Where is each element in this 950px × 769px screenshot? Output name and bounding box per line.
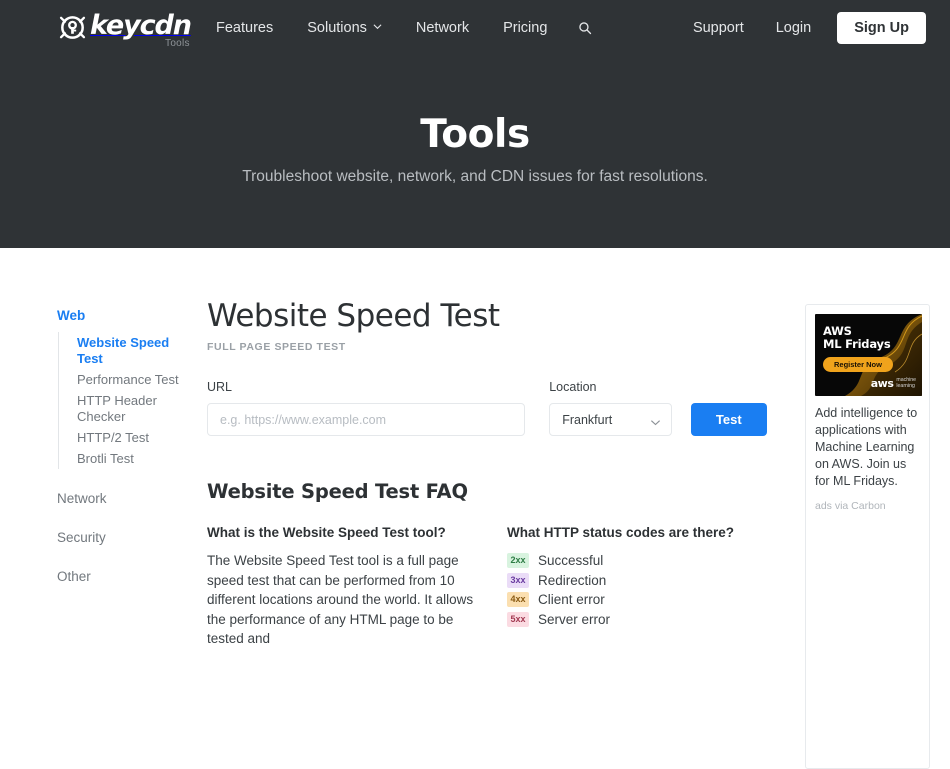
nav-link-support[interactable]: Support — [677, 0, 760, 56]
nav-link-login[interactable]: Login — [760, 0, 827, 56]
sidebar-group-web[interactable]: Web — [57, 307, 197, 325]
speed-test-form: URL Location Frankfurt Test — [207, 379, 767, 436]
faq-column-left: What is the Website Speed Test tool? The… — [207, 524, 490, 649]
location-select-value: Frankfurt — [562, 412, 613, 427]
sign-up-button[interactable]: Sign Up — [837, 11, 926, 45]
location-select[interactable]: Frankfurt — [549, 403, 672, 436]
faq-question-status-codes: What HTTP status codes are there? — [507, 525, 735, 540]
nav-link-network[interactable]: Network — [399, 0, 486, 56]
status-row: 4xx Client error — [507, 590, 767, 609]
top-navigation-bar: keycdn Tools Features Solutions Network … — [0, 0, 950, 56]
nav-link-login-label: Login — [775, 20, 812, 36]
location-label: Location — [549, 380, 597, 394]
tools-sidebar: Web Website Speed Test Performance Test … — [57, 307, 197, 586]
faq-title: Website Speed Test FAQ — [207, 480, 468, 503]
banner-title-line2: ML Fridays — [823, 337, 891, 351]
search-icon[interactable] — [564, 21, 606, 35]
page-body: Web Website Speed Test Performance Test … — [0, 248, 950, 769]
url-label: URL — [207, 380, 233, 394]
keycdn-logo-subtitle: Tools — [165, 38, 190, 49]
nav-link-support-label: Support — [692, 20, 744, 36]
hero-subtitle: Troubleshoot website, network, and CDN i… — [242, 168, 708, 185]
nav-link-solutions-label: Solutions — [307, 20, 367, 36]
nav-link-solutions[interactable]: Solutions — [290, 0, 399, 56]
status-label: Client error — [538, 592, 605, 607]
status-badge: 3xx — [507, 572, 529, 588]
nav-link-network-label: Network — [415, 20, 470, 36]
keycdn-key-globe-icon — [57, 12, 88, 43]
page-subtitle-kicker: FULL PAGE SPEED TEST — [207, 341, 346, 353]
aws-machine-learning-logo: aws machine learning — [871, 377, 916, 389]
status-row: 2xx Successful — [507, 551, 767, 570]
ad-attribution[interactable]: ads via Carbon — [815, 499, 920, 513]
sidebar-group-security[interactable]: Security — [57, 529, 197, 547]
chevron-down-icon — [650, 415, 661, 433]
register-now-button[interactable]: Register Now — [823, 357, 893, 372]
status-label: Server error — [538, 611, 611, 627]
keycdn-logo[interactable]: keycdn Tools — [57, 10, 192, 49]
faq-answer-what-is-tool: The Website Speed Test tool is a full pa… — [207, 553, 474, 646]
status-badge: 5xx — [507, 611, 529, 627]
nav-link-features[interactable]: Features — [216, 0, 290, 56]
machine-learning-label: machine learning — [896, 377, 916, 389]
faq-column-right: What HTTP status codes are there? 2xx Su… — [507, 524, 767, 649]
hero-title: Tools — [420, 112, 530, 157]
status-row: 5xx Server error — [507, 610, 767, 629]
hero-section: Tools Troubleshoot website, network, and… — [0, 112, 950, 188]
nav-link-features-label: Features — [216, 20, 274, 36]
sidebar-group-other[interactable]: Other — [57, 568, 197, 586]
carbon-ad-card[interactable]: AWS ML Fridays Register Now aws machine … — [805, 304, 930, 769]
url-input[interactable] — [207, 403, 526, 436]
keycdn-wordmark: keycdn — [90, 10, 192, 41]
status-row: 3xx Redirection — [507, 571, 767, 590]
sidebar-item-http-header-checker[interactable]: HTTP Header Checker — [77, 390, 197, 427]
faq-question-what-is-tool: What is the Website Speed Test tool? — [207, 525, 446, 540]
page-title: Website Speed Test — [207, 298, 500, 334]
banner-title: AWS ML Fridays — [823, 325, 891, 351]
aws-ml-fridays-banner-image[interactable]: AWS ML Fridays Register Now aws machine … — [815, 314, 922, 396]
sidebar-item-brotli-test[interactable]: Brotli Test — [77, 448, 197, 469]
url-field-group: URL — [207, 379, 526, 436]
status-badge: 2xx — [507, 553, 529, 568]
chevron-down-icon — [373, 22, 382, 31]
test-button[interactable]: Test — [690, 403, 767, 436]
location-field-group: Location Frankfurt — [549, 379, 672, 436]
sidebar-group-network[interactable]: Network — [57, 490, 197, 508]
http-status-code-list: 2xx Successful 3xx Redirection 4xx Clien… — [507, 551, 767, 629]
sidebar-item-http2-test[interactable]: HTTP/2 Test — [77, 427, 197, 448]
status-badge: 4xx — [507, 592, 529, 607]
primary-nav-links: Features Solutions Network Pricing — [216, 0, 606, 56]
machine-learning-line2: learning — [896, 383, 915, 389]
nav-link-pricing-label: Pricing — [503, 20, 548, 36]
status-label: Successful — [538, 553, 604, 568]
keycdn-logo-text: keycdn Tools — [90, 10, 192, 49]
nav-link-pricing[interactable]: Pricing — [486, 0, 564, 56]
sidebar-web-sublist: Website Speed Test Performance Test HTTP… — [58, 332, 197, 469]
aws-wordmark: aws — [870, 377, 894, 390]
secondary-nav-links: Support Login Sign Up — [677, 0, 926, 56]
sidebar-item-website-speed-test[interactable]: Website Speed Test — [77, 332, 197, 369]
faq-columns: What is the Website Speed Test tool? The… — [207, 524, 767, 649]
ad-description[interactable]: Add intelligence to applications with Ma… — [815, 405, 920, 490]
faq-section: Website Speed Test FAQ What is the Websi… — [207, 479, 767, 649]
status-label: Redirection — [538, 572, 607, 588]
main-content: Website Speed Test FULL PAGE SPEED TEST … — [207, 296, 767, 649]
sidebar-item-performance-test[interactable]: Performance Test — [77, 369, 197, 390]
